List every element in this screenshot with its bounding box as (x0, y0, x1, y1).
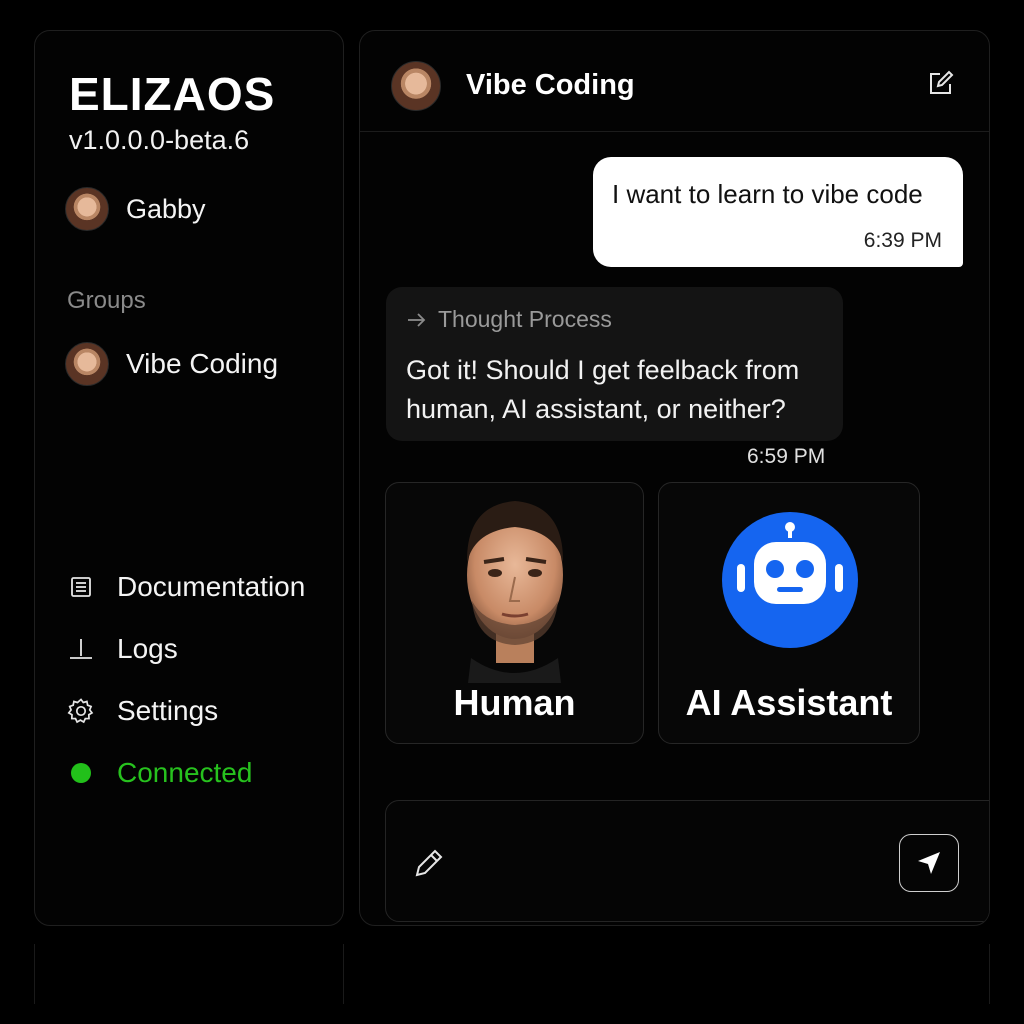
chat-header: Vibe Coding (360, 31, 989, 132)
app-brand: ELIZAOS (69, 68, 276, 120)
message-text: I want to learn to vibe code (612, 179, 923, 209)
option-human[interactable]: Human (385, 482, 644, 744)
nav-label: Logs (117, 633, 178, 664)
human-portrait (466, 501, 564, 683)
gear-icon (67, 697, 95, 725)
status-dot-icon (67, 759, 95, 787)
message-text: Got it! Should I get feelback from human… (406, 355, 800, 424)
connection-status: Connected (67, 742, 305, 804)
nav-logs[interactable]: Logs (67, 618, 305, 680)
send-icon (918, 852, 940, 874)
agent-message: Thought Process Got it! Should I get fee… (386, 287, 843, 441)
thought-process-toggle[interactable]: Thought Process (406, 306, 612, 333)
send-button[interactable] (899, 834, 959, 892)
app-version: v1.0.0.0-beta.6 (69, 125, 250, 155)
option-ai-assistant[interactable]: AI Assistant (658, 482, 920, 744)
message-time: 6:39 PM (863, 229, 942, 252)
divider (343, 944, 344, 1004)
group-label: Vibe Coding (126, 348, 279, 379)
option-label: Human (453, 682, 576, 723)
nav-label: Documentation (117, 571, 306, 602)
pencil-icon[interactable] (411, 845, 447, 881)
groups-heading: Groups (67, 287, 146, 314)
message-time: 6:59 PM (747, 445, 826, 468)
current-user[interactable]: Gabby (65, 187, 206, 231)
avatar (391, 61, 441, 111)
chat-panel: Vibe Coding I want to learn to vibe code… (359, 30, 990, 926)
chat-title: Vibe Coding (466, 69, 635, 101)
nav-label: Settings (117, 695, 219, 726)
group-item-vibe-coding[interactable]: Vibe Coding (65, 342, 278, 386)
user-message: I want to learn to vibe code 6:39 PM (593, 157, 963, 267)
robot-icon (722, 512, 858, 648)
avatar (65, 342, 109, 386)
divider (34, 944, 35, 1004)
message-composer[interactable] (385, 800, 989, 922)
avatar (65, 187, 109, 231)
nav-settings[interactable]: Settings (67, 680, 305, 742)
nav-documentation[interactable]: Documentation (67, 556, 305, 618)
logs-icon (67, 635, 95, 663)
divider (989, 944, 990, 1004)
document-icon (67, 573, 95, 601)
user-name: Gabby (126, 193, 206, 224)
arrow-right-icon (408, 312, 426, 327)
sidebar: ELIZAOS v1.0.0.0-beta.6 Gabby Groups Vib… (34, 30, 344, 926)
edit-icon[interactable] (926, 70, 956, 100)
option-label: AI Assistant (685, 682, 893, 723)
status-label: Connected (117, 757, 253, 788)
thought-label: Thought Process (438, 306, 612, 332)
sidebar-nav: Documentation Logs Settings Connected (67, 556, 305, 804)
